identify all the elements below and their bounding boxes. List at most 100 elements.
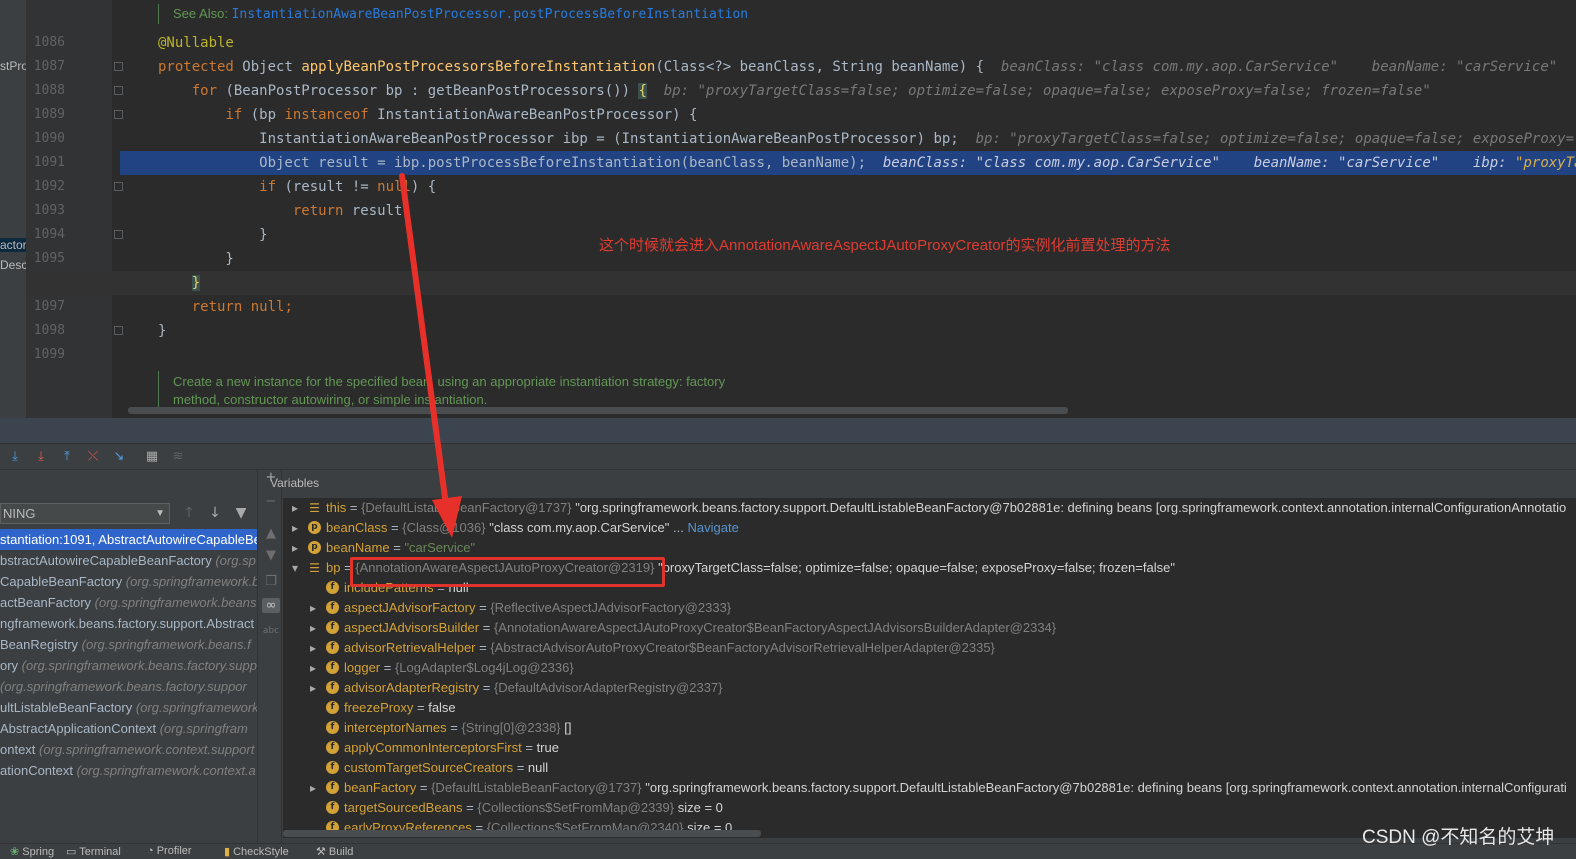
stack-frame[interactable]: ationContext (org.springframework.contex… bbox=[0, 760, 257, 781]
editor-horizontal-scrollbar[interactable] bbox=[128, 407, 1068, 414]
code-token: return bbox=[292, 203, 352, 219]
stack-frame[interactable]: ory (org.springframework.beans.factory.s… bbox=[0, 655, 257, 676]
variable-text: interceptorNames = {String[0]@2338} [] bbox=[344, 720, 572, 735]
variable-row[interactable]: f freezeProxy = false bbox=[283, 698, 1576, 718]
stack-frame-package: (org.springframework.beans.factory.supp bbox=[21, 658, 257, 673]
variable-row[interactable]: f applyCommonInterceptorsFirst = true bbox=[283, 738, 1576, 758]
move-down-icon[interactable]: ▼ bbox=[262, 548, 280, 563]
javadoc-create-instance: Create a new instance for the specified … bbox=[158, 371, 726, 411]
project-tree-fragment[interactable]: stPro bbox=[0, 59, 26, 73]
tool-tab-profiler[interactable]: ◔ Profiler bbox=[147, 845, 192, 857]
code-line[interactable]: if (result != null) { bbox=[0, 175, 1576, 199]
variable-row[interactable]: f customTargetSourceCreators = null bbox=[283, 758, 1576, 778]
variable-row[interactable]: f interceptorNames = {String[0]@2338} [] bbox=[283, 718, 1576, 738]
stack-frame-package: (org.springframework.beans.f bbox=[94, 595, 258, 610]
next-frame-icon[interactable]: ↓ bbox=[207, 505, 223, 521]
chevron-right-icon[interactable]: ▸ bbox=[289, 518, 301, 538]
variable-text: logger = {LogAdapter$Log4jLog@2336} bbox=[344, 660, 574, 675]
variable-row[interactable]: ▸ f advisorAdapterRegistry = {DefaultAdvis… bbox=[283, 678, 1576, 698]
see-also-link[interactable]: InstantiationAwareBeanPostProcessor.post… bbox=[232, 7, 749, 22]
step-into-icon[interactable]: ⤓ bbox=[32, 448, 50, 466]
stack-frame[interactable]: actBeanFactory (org.springframework.bean… bbox=[0, 592, 258, 613]
code-line[interactable]: @Nullable bbox=[0, 31, 1576, 55]
variable-name: aspectJAdvisorFactory bbox=[344, 600, 476, 615]
chevron-right-icon[interactable]: ▸ bbox=[307, 618, 319, 638]
copy-icon[interactable]: ❐ bbox=[262, 574, 280, 589]
step-out-icon[interactable]: ⤒ bbox=[58, 448, 76, 466]
stack-frame[interactable]: AbstractApplicationContext (org.springfr… bbox=[0, 718, 257, 739]
chevron-right-icon[interactable]: ▸ bbox=[307, 678, 319, 698]
variables-horizontal-scrollbar[interactable] bbox=[283, 830, 761, 837]
show-watches-icon[interactable]: ∞ bbox=[262, 598, 280, 613]
code-line[interactable]: protected Object applyBeanPostProcessors… bbox=[0, 55, 1576, 79]
previous-frame-icon[interactable]: ↑ bbox=[181, 505, 197, 521]
chevron-right-icon[interactable]: ▸ bbox=[307, 778, 319, 798]
chevron-right-icon[interactable]: ▸ bbox=[289, 498, 301, 518]
variable-text: beanClass = {Class@1036} "class com.my.a… bbox=[326, 520, 739, 535]
show-types-icon[interactable]: abc bbox=[262, 626, 280, 636]
code-area[interactable]: @Nullable protected Object applyBeanPostP… bbox=[0, 0, 1576, 418]
move-up-icon[interactable]: ▲ bbox=[262, 526, 280, 541]
field-icon: f bbox=[326, 641, 339, 654]
code-line[interactable]: Object result = ibp.postProcessBeforeIns… bbox=[120, 151, 1576, 175]
code-editor[interactable]: 1086 1087 1088 1089 1090 1091 1092 1093 1094 1095… bbox=[0, 0, 1576, 418]
variable-row[interactable]: ▸ p beanName = "carService" bbox=[283, 538, 1576, 558]
chevron-down-icon[interactable]: ▾ bbox=[289, 558, 301, 578]
stack-frame[interactable]: ultListableBeanFactory (org.springframew… bbox=[0, 697, 257, 718]
variable-text: applyCommonInterceptorsFirst = true bbox=[344, 740, 559, 755]
code-line[interactable]: } bbox=[0, 271, 1576, 295]
code-line[interactable] bbox=[0, 343, 1576, 367]
tool-tab-spring[interactable]: ❀ Spring bbox=[10, 845, 54, 858]
code-line[interactable]: } bbox=[0, 319, 1576, 343]
code-token: result; bbox=[351, 203, 411, 219]
project-tree-fragment[interactable]: Desc bbox=[0, 258, 26, 272]
code-line[interactable]: for (BeanPostProcessor bp : getBeanPostP… bbox=[0, 79, 1576, 103]
stack-frame[interactable]: ontext (org.springframework.context.supp… bbox=[0, 739, 257, 760]
remove-watch-icon[interactable]: − bbox=[262, 494, 280, 509]
variable-row[interactable]: ▸ p beanClass = {Class@1036} "class com.my… bbox=[283, 518, 1576, 538]
stack-frame-package: (org.springframework.beans.f bbox=[81, 637, 251, 652]
chevron-right-icon[interactable]: ▸ bbox=[307, 638, 319, 658]
code-token: { bbox=[638, 83, 647, 99]
tool-tab-checkstyle[interactable]: ▮ CheckStyle bbox=[224, 845, 289, 858]
stack-frame[interactable]: BeanRegistry (org.springframework.beans.… bbox=[0, 634, 257, 655]
variable-row[interactable]: ▸ f aspectJAdvisorsBuilder = {AnnotationAw… bbox=[283, 618, 1576, 638]
code-line-text: } bbox=[158, 319, 166, 343]
variable-text: targetSourcedBeans = {Collections$SetFro… bbox=[344, 800, 723, 815]
evaluate-expression-icon[interactable]: ▦ bbox=[143, 448, 161, 466]
variable-row[interactable]: ▸ f advisorRetrievalHelper = {AbstractAdvi… bbox=[283, 638, 1576, 658]
code-line[interactable]: return null; bbox=[0, 295, 1576, 319]
code-line[interactable]: if (bp instanceof InstantiationAwareBean… bbox=[0, 103, 1576, 127]
variable-row[interactable]: f targetSourcedBeans = {Collections$SetFr… bbox=[283, 798, 1576, 818]
code-token: (BeanPostProcessor bp : getBeanPostProce… bbox=[225, 83, 639, 99]
code-line[interactable]: return result; bbox=[0, 199, 1576, 223]
field-icon: f bbox=[326, 801, 339, 814]
navigate-link[interactable]: Navigate bbox=[687, 520, 738, 535]
step-over-icon[interactable]: ⤓ bbox=[6, 448, 24, 466]
filter-icon[interactable]: ▼ bbox=[233, 505, 249, 521]
project-tree-fragment[interactable]: actory bbox=[0, 238, 26, 252]
tool-tab-build[interactable]: ⚒ Build bbox=[316, 845, 353, 858]
chevron-right-icon[interactable]: ▸ bbox=[307, 658, 319, 678]
code-token: } bbox=[158, 227, 268, 243]
drop-frame-icon[interactable]: ⤬ bbox=[84, 448, 102, 466]
variable-text: aspectJAdvisorsBuilder = {AnnotationAwar… bbox=[344, 620, 1057, 635]
variable-row[interactable]: ▸ f beanFactory = {DefaultListableBeanFact… bbox=[283, 778, 1576, 798]
stack-frame[interactable]: stantiation:1091, AbstractAutowireCapabl… bbox=[0, 529, 257, 550]
stack-frame[interactable]: bstractAutowireCapableBeanFactory (org.s… bbox=[0, 550, 257, 571]
thread-selector[interactable]: NING ▼ bbox=[0, 503, 170, 524]
variable-row[interactable]: ▸ f logger = {LogAdapter$Log4jLog@2336} bbox=[283, 658, 1576, 678]
stack-frame[interactable]: ngframework.beans.factory.support.Abstra… bbox=[0, 613, 257, 634]
variable-row[interactable]: ▸ f aspectJAdvisorFactory = {ReflectiveAsp… bbox=[283, 598, 1576, 618]
stack-frame[interactable]: (org.springframework.beans.factory.suppo… bbox=[0, 676, 257, 697]
chevron-right-icon[interactable]: ▸ bbox=[307, 598, 319, 618]
run-to-cursor-icon[interactable]: ↘ bbox=[110, 448, 128, 466]
code-token: protected bbox=[158, 59, 243, 75]
code-line[interactable]: InstantiationAwareBeanPostProcessor ibp … bbox=[0, 127, 1576, 151]
trace-icon[interactable]: ≋ bbox=[169, 448, 187, 466]
stack-frame[interactable]: CapableBeanFactory (org.springframework.… bbox=[0, 571, 257, 592]
chevron-right-icon[interactable]: ▸ bbox=[289, 538, 301, 558]
tool-tab-terminal[interactable]: ▭ Terminal bbox=[66, 845, 121, 858]
see-also-label: See Also: bbox=[173, 6, 228, 21]
variable-row[interactable]: ▸ ☰ this = {DefaultListableBeanFactory@173… bbox=[283, 498, 1576, 518]
